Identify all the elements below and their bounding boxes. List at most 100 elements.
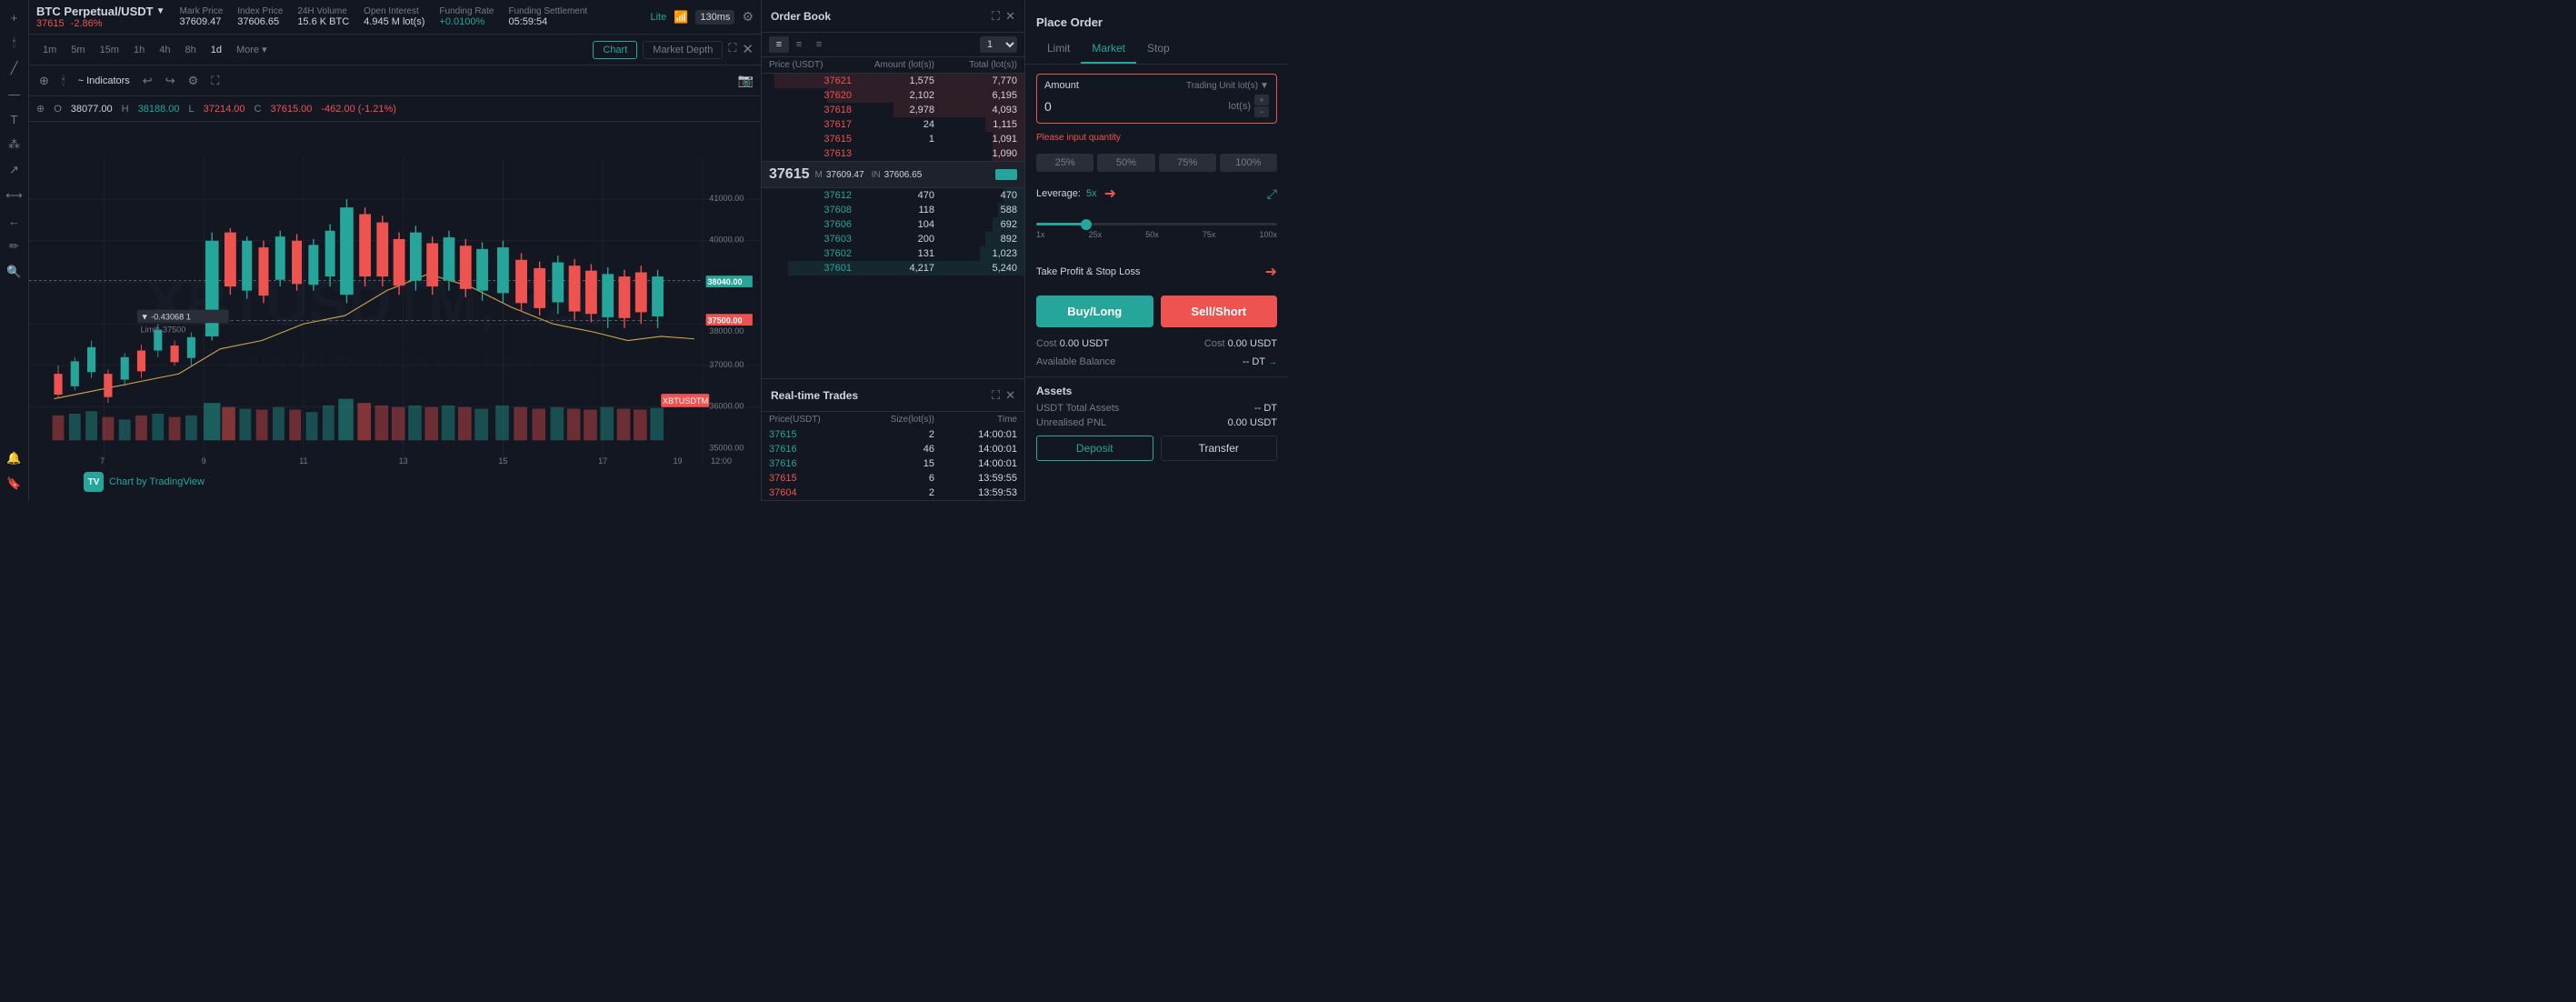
place-order-header: Place Order (1025, 0, 1288, 35)
limit-tab[interactable]: Limit (1036, 35, 1081, 64)
leverage-slider[interactable] (1036, 223, 1277, 225)
transfer-button[interactable]: Transfer (1161, 436, 1278, 461)
bid-row[interactable]: 37612 470 470 (762, 188, 1024, 203)
svg-text:17: 17 (598, 456, 607, 466)
amount-decrement[interactable]: − (1254, 106, 1269, 117)
real-time-trades-panel: Real-time Trades ⛶ ✕ Price(USDT) Size(lo… (762, 379, 1024, 501)
trading-unit-select[interactable]: Trading Unit lot(s) ▼ (1186, 80, 1269, 91)
ask-row[interactable]: 37618 2,978 4,093 (762, 103, 1024, 117)
zoom-tool[interactable]: 🔍 (5, 262, 25, 282)
pct-25-btn[interactable]: 25% (1036, 154, 1093, 172)
svg-text:15: 15 (498, 456, 507, 466)
tf-4h[interactable]: 4h (153, 42, 176, 58)
pct-75-btn[interactable]: 75% (1159, 154, 1216, 172)
chart-settings-icon[interactable]: ⚙ (185, 71, 202, 91)
market-depth-button[interactable]: Market Depth (643, 41, 723, 59)
crosshair-tool[interactable]: + (5, 7, 25, 27)
fibonacci-tool[interactable]: ⁂ (5, 135, 25, 155)
sell-short-button[interactable]: Sell/Short (1161, 296, 1278, 327)
rt-expand-icon[interactable]: ⛶ (992, 388, 1000, 403)
symbol-dropdown-icon[interactable]: ▼ (156, 6, 165, 16)
tp-sl-expand-icon[interactable]: ➜ (1265, 263, 1277, 281)
ask-row[interactable]: 37621 1,575 7,770 (762, 74, 1024, 88)
ask-row[interactable]: 37617 24 1,115 (762, 117, 1024, 132)
ping-badge: 130ms (695, 10, 734, 25)
bid-row[interactable]: 37603 200 892 (762, 232, 1024, 246)
rt-time-header: Time (934, 415, 1017, 425)
tf-5m[interactable]: 5m (65, 42, 91, 58)
market-tab[interactable]: Market (1081, 35, 1136, 64)
amount-input[interactable] (1044, 99, 1225, 114)
available-link[interactable]: → (1268, 357, 1277, 367)
leverage-edit-icon[interactable]: ⤢ (1267, 186, 1277, 202)
tf-8h[interactable]: 8h (178, 42, 202, 58)
tf-more[interactable]: More ▾ (230, 41, 274, 58)
bar-type-icon[interactable]: 🕯 (59, 71, 68, 91)
indicators-button[interactable]: ~ Indicators (75, 73, 133, 89)
svg-text:Limit: 37500: Limit: 37500 (141, 325, 186, 334)
settings-icon[interactable]: ⚙ (742, 9, 754, 25)
rt-size-header: Size(lot(s)) (852, 415, 934, 425)
pct-100-btn[interactable]: 100% (1220, 154, 1277, 172)
trendline-tool[interactable]: ╱ (5, 58, 25, 78)
horizontal-line-tool[interactable]: ― (5, 84, 25, 104)
ask-row[interactable]: 37620 2,102 6,195 (762, 88, 1024, 103)
ob-close-icon[interactable]: ✕ (1005, 9, 1015, 24)
rt-close-icon[interactable]: ✕ (1005, 388, 1015, 403)
expand-chart-icon[interactable]: ⛶ (728, 41, 736, 59)
tf-1d[interactable]: 1d (205, 42, 228, 58)
screenshot-icon[interactable]: 📷 (738, 73, 754, 88)
text-tool[interactable]: T (5, 109, 25, 129)
place-order-panel: Place Order Limit Market Stop Amount Tra… (1024, 0, 1288, 501)
ob-view-bids[interactable]: ≡ (809, 36, 829, 53)
ob-view-all[interactable]: ≡ (769, 36, 789, 53)
deposit-button[interactable]: Deposit (1036, 436, 1153, 461)
amount-increment[interactable]: + (1254, 95, 1269, 105)
volume-stat: 24H Volume 15.6 K BTC (297, 6, 349, 27)
ob-view-asks[interactable]: ≡ (789, 36, 809, 53)
svg-text:12:00: 12:00 (711, 456, 732, 466)
pencil-tool[interactable]: ✏ (5, 236, 25, 256)
arrow-tool[interactable]: ↗ (5, 160, 25, 180)
high-label: H (122, 104, 129, 115)
amount-box: Amount Trading Unit lot(s) ▼ lot(s) + − (1036, 74, 1277, 124)
assets-section: Assets USDT Total Assets -- DT Unrealise… (1025, 376, 1288, 468)
tv-credit-text: Chart by TradingView (109, 476, 205, 487)
bid-row[interactable]: 37602 131 1,023 (762, 246, 1024, 261)
symbol-name[interactable]: BTC Perpetual/USDT ▼ (36, 5, 165, 18)
back-arrow-tool[interactable]: ← (5, 211, 25, 231)
candle-tool[interactable]: 🕯 (5, 33, 25, 53)
tf-1m[interactable]: 1m (36, 42, 63, 58)
ohlc-bar: ⊕ O 38077.00 H 38188.00 L 37214.00 C 376… (29, 96, 761, 122)
tf-1h[interactable]: 1h (127, 42, 151, 58)
stop-tab[interactable]: Stop (1136, 35, 1181, 64)
lot-size-select[interactable]: 1 5 10 50 (980, 36, 1017, 53)
close-chart-icon[interactable]: ✕ (742, 41, 754, 59)
rt-trade-row: 37604 2 13:59:53 (762, 486, 1024, 500)
redo-icon[interactable]: ↪ (163, 71, 178, 91)
fullscreen-icon[interactable]: ⛶ (208, 71, 222, 91)
ask-row[interactable]: 37613 1,090 (762, 146, 1024, 161)
pct-50-btn[interactable]: 50% (1097, 154, 1154, 172)
chart-view-button[interactable]: Chart (593, 41, 637, 59)
open-interest-stat: Open Interest 4.945 M lot(s) (364, 6, 424, 27)
change-value: -462.00 (-1.21%) (321, 104, 396, 115)
lite-button[interactable]: Lite (650, 12, 666, 23)
chart-canvas[interactable]: XBTUSDTM, 720 XBTUSDTM / USDT Perpetual … (29, 122, 761, 501)
tf-15m[interactable]: 15m (94, 42, 125, 58)
measure-tool[interactable]: ⟷ (5, 185, 25, 205)
tp-sl-row: Take Profit & Stop Loss ➜ (1036, 259, 1277, 285)
bell-tool[interactable]: 🔔 (5, 448, 25, 468)
ask-row[interactable]: 37615 1 1,091 (762, 132, 1024, 146)
bookmark-tool[interactable]: 🔖 (5, 474, 25, 494)
ob-expand-icon[interactable]: ⛶ (992, 9, 1000, 24)
buy-long-button[interactable]: Buy/Long (1036, 296, 1153, 327)
bid-row[interactable]: 37601 4,217 5,240 (762, 261, 1024, 276)
bid-row[interactable]: 37606 104 692 (762, 217, 1024, 232)
lot-unit-label: lot(s) (1229, 101, 1251, 112)
undo-icon[interactable]: ↩ (140, 71, 155, 91)
ob-mid-price: 37615 M 37609.47 IN 37606.65 (762, 161, 1024, 188)
crosshair-icon[interactable]: ⊕ (36, 71, 52, 91)
bid-row[interactable]: 37608 118 588 (762, 203, 1024, 217)
close-label: C (255, 104, 262, 115)
